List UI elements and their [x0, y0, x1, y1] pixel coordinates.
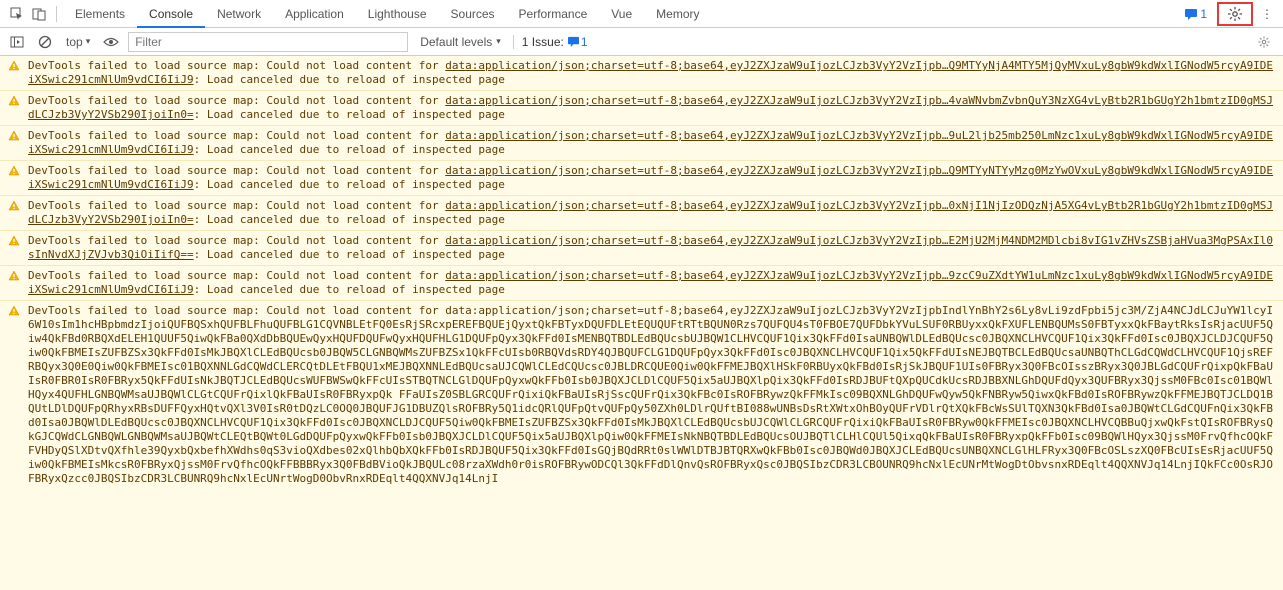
console-warning-row: DevTools failed to load source map: Coul…: [0, 266, 1283, 301]
filter-input[interactable]: [128, 32, 408, 52]
more-menu-icon[interactable]: ⋮: [1257, 7, 1277, 21]
log-levels-selector[interactable]: Default levels: [414, 35, 507, 49]
console-warning-row: DevTools failed to load source map: Coul…: [0, 196, 1283, 231]
warning-icon: [8, 130, 22, 142]
warning-icon: [8, 165, 22, 177]
console-warning-row: DevTools failed to load source map: Coul…: [0, 91, 1283, 126]
warning-icon: [8, 270, 22, 282]
issues-button[interactable]: 1 Issue: 1: [513, 35, 596, 49]
sourcemap-link[interactable]: data:application/json;charset=utf-8;base…: [28, 234, 1273, 261]
console-warning-row: DevTools failed to load source map: Coul…: [0, 56, 1283, 91]
warning-text: DevTools failed to load source map: Coul…: [28, 129, 1275, 157]
tab-vue[interactable]: Vue: [599, 0, 644, 28]
sourcemap-link[interactable]: data:application/json;charset=utf-8;base…: [28, 129, 1273, 156]
issues-count: 1: [581, 35, 588, 49]
console-settings-icon[interactable]: [1251, 35, 1277, 49]
context-selector[interactable]: top: [62, 35, 94, 49]
tab-memory[interactable]: Memory: [644, 0, 711, 28]
sourcemap-link[interactable]: data:application/json;charset=utf-8;base…: [28, 59, 1273, 86]
warning-text: DevTools failed to load source map: Coul…: [28, 199, 1275, 227]
toggle-sidebar-icon[interactable]: [6, 31, 28, 53]
console-warning-row: DevTools failed to load source map: Coul…: [0, 231, 1283, 266]
warning-text: DevTools failed to load source map: Coul…: [28, 269, 1275, 297]
tab-sources[interactable]: Sources: [439, 0, 507, 28]
messages-count: 1: [1200, 7, 1207, 21]
tab-lighthouse[interactable]: Lighthouse: [356, 0, 439, 28]
warning-icon: [8, 60, 22, 72]
warning-icon: [8, 235, 22, 247]
tab-application[interactable]: Application: [273, 0, 356, 28]
issues-label: 1 Issue:: [522, 35, 564, 49]
settings-button-highlighted[interactable]: [1217, 2, 1253, 26]
warning-text: DevTools failed to load source map: Coul…: [28, 304, 1275, 486]
warning-icon: [8, 200, 22, 212]
warning-icon: [8, 95, 22, 107]
console-warning-row: DevTools failed to load source map: Coul…: [0, 301, 1283, 489]
tab-elements[interactable]: Elements: [63, 0, 137, 28]
tab-console[interactable]: Console: [137, 0, 205, 28]
warning-text: DevTools failed to load source map: Coul…: [28, 164, 1275, 192]
console-warning-row: DevTools failed to load source map: Coul…: [0, 126, 1283, 161]
sourcemap-link[interactable]: data:application/json;charset=utf-8;base…: [28, 164, 1273, 191]
console-warning-row: DevTools failed to load source map: Coul…: [0, 161, 1283, 196]
tab-performance[interactable]: Performance: [507, 0, 600, 28]
device-toggle-icon[interactable]: [28, 3, 50, 25]
inspect-icon[interactable]: [6, 3, 28, 25]
warning-text: DevTools failed to load source map: Coul…: [28, 59, 1275, 87]
sourcemap-link[interactable]: data:application/json;charset=utf-8;base…: [28, 199, 1273, 226]
warning-icon: [8, 305, 22, 317]
sourcemap-link[interactable]: data:application/json;charset=utf-8;base…: [28, 94, 1273, 121]
sourcemap-link[interactable]: data:application/json;charset=utf-8;base…: [28, 269, 1273, 296]
eye-icon[interactable]: [100, 31, 122, 53]
clear-console-icon[interactable]: [34, 31, 56, 53]
warning-text: DevTools failed to load source map: Coul…: [28, 234, 1275, 262]
tab-network[interactable]: Network: [205, 0, 273, 28]
messages-badge[interactable]: 1: [1179, 7, 1213, 21]
warning-text: DevTools failed to load source map: Coul…: [28, 94, 1275, 122]
